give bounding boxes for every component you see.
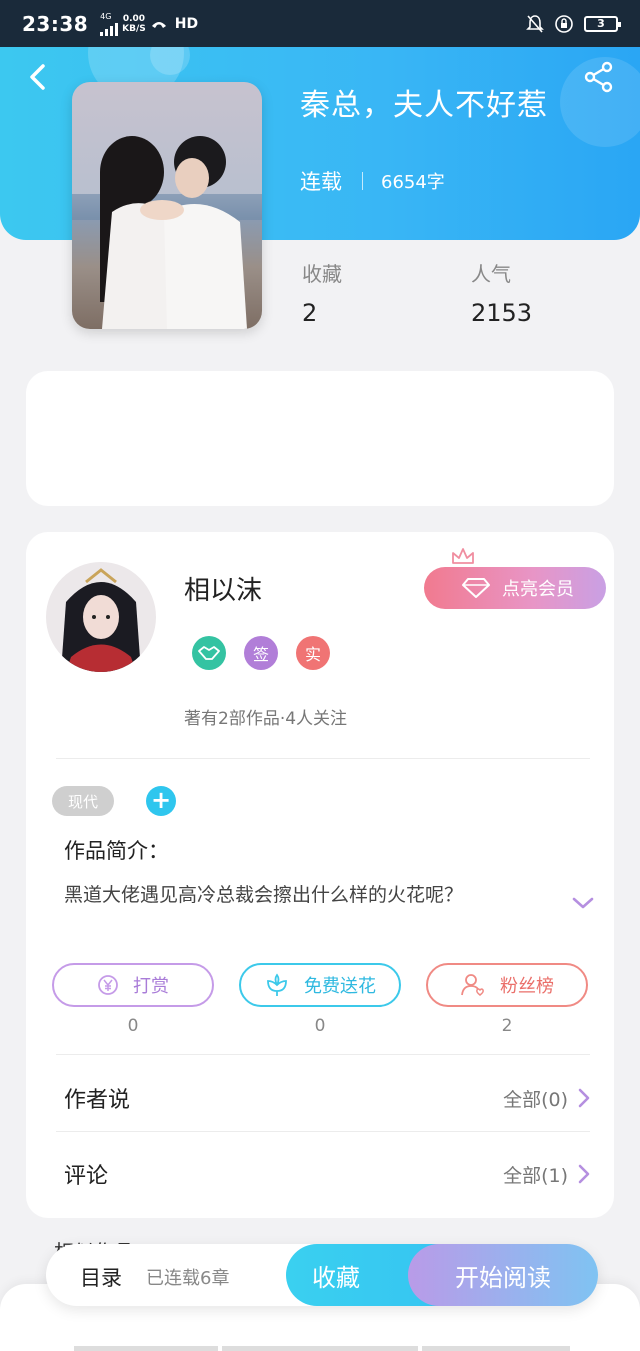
chapters-count: 已连载6章	[146, 1268, 230, 1289]
speed-unit: KB/S	[122, 23, 146, 34]
network-type: 4G	[100, 11, 112, 21]
share-button[interactable]	[582, 60, 616, 94]
back-button[interactable]	[22, 60, 52, 94]
start-reading-button[interactable]: 开始阅读	[408, 1244, 598, 1306]
lock-rotation-icon	[555, 14, 573, 33]
verified-badge: 实	[296, 636, 330, 670]
divider	[56, 758, 590, 759]
reward-label: 打赏	[133, 976, 169, 997]
stat-value: 2153	[471, 299, 533, 327]
reward-count: 0	[127, 1016, 139, 1036]
stat-label: 人气	[471, 262, 511, 286]
network-indicator: 4G 0.00 KB/S HD	[100, 12, 198, 36]
author-says-title: 作者说	[64, 1088, 131, 1113]
intro-title: 作品简介：	[64, 839, 169, 863]
word-count: 6654字	[381, 172, 445, 193]
divider	[56, 1054, 590, 1055]
chevron-down-icon[interactable]	[572, 896, 594, 910]
mute-bell-icon	[526, 14, 544, 33]
stat-favorites: 收藏 2	[302, 258, 342, 327]
comments-title: 评论	[64, 1164, 109, 1189]
reward-button[interactable]: 打赏	[52, 963, 214, 1007]
chevron-right-icon	[578, 1164, 590, 1184]
fan-user-icon	[461, 974, 484, 996]
fan-ranking-label: 粉丝榜	[500, 976, 554, 997]
book-title: 秦总，夫人不好惹	[300, 88, 548, 123]
status-bar: 23:38 4G 0.00 KB/S HD 3	[0, 0, 640, 47]
start-reading-label: 开始阅读	[455, 1263, 551, 1292]
fan-ranking-button[interactable]: 粉丝榜	[426, 963, 588, 1007]
author-badges: 签 实	[192, 636, 330, 670]
fan-count: 2	[501, 1016, 513, 1036]
handshake-icon	[192, 636, 226, 670]
flower-count: 0	[314, 1016, 326, 1036]
stat-value: 2	[302, 299, 318, 327]
battery-icon: 3	[584, 15, 621, 32]
book-status-line: 连载 6654字	[300, 166, 445, 196]
author-name[interactable]: 相以沫	[184, 570, 262, 607]
vip-button-label: 点亮会员	[502, 579, 574, 600]
yen-coin-icon	[98, 975, 118, 995]
collect-label: 收藏	[312, 1263, 360, 1292]
comments-count: 全部(1)	[503, 1164, 568, 1187]
author-meta: 著有2部作品·4人关注	[184, 709, 348, 729]
signal-icon	[100, 22, 119, 36]
status-time: 23:38	[22, 11, 89, 36]
table-of-contents-button[interactable]: 目录	[80, 1262, 122, 1292]
serial-status: 连载	[300, 170, 342, 194]
send-flower-label: 免费送花	[304, 976, 376, 997]
author-avatar[interactable]	[46, 562, 156, 672]
send-flower-button[interactable]: 免费送花	[239, 963, 401, 1007]
sheet-placeholder	[74, 1346, 570, 1351]
back-arrow-icon	[30, 64, 45, 90]
add-tag-button[interactable]: +	[146, 786, 176, 816]
divider	[56, 1131, 590, 1132]
speed-value: 0.00	[122, 13, 146, 24]
stat-popularity: 人气 2153	[471, 258, 532, 327]
stat-label: 收藏	[302, 262, 342, 286]
intro-text: 黑道大佬遇见高冷总裁会擦出什么样的火花呢？	[64, 884, 464, 906]
crown-icon	[452, 548, 474, 564]
battery-level: 3	[597, 17, 605, 30]
network-speed: 0.00 KB/S	[122, 14, 146, 34]
comments-more[interactable]: 全部(1)	[503, 1161, 590, 1188]
call-icon	[151, 21, 166, 28]
activate-vip-button[interactable]: 点亮会员	[424, 567, 606, 609]
bottom-action-bar: 目录 已连载6章 收藏 开始阅读	[46, 1244, 598, 1306]
author-says-row[interactable]: 作者说 全部(0)	[64, 1078, 590, 1118]
genre-tag[interactable]: 现代	[52, 786, 114, 816]
flower-icon	[267, 973, 287, 996]
comments-row[interactable]: 评论 全部(1)	[64, 1154, 590, 1194]
author-says-more[interactable]: 全部(0)	[503, 1085, 590, 1112]
diamond-icon	[462, 578, 490, 598]
hd-label: HD	[174, 15, 199, 32]
signed-badge: 签	[244, 636, 278, 670]
share-icon	[584, 61, 613, 93]
book-cover-image[interactable]	[72, 82, 262, 329]
chevron-right-icon	[578, 1088, 590, 1108]
blank-card	[26, 371, 614, 506]
author-says-count: 全部(0)	[503, 1088, 568, 1111]
author-card: 相以沫 点亮会员 签 实 著有2部作品·4人关注 现代 + 作品简介： 黑道大佬…	[26, 532, 614, 1218]
